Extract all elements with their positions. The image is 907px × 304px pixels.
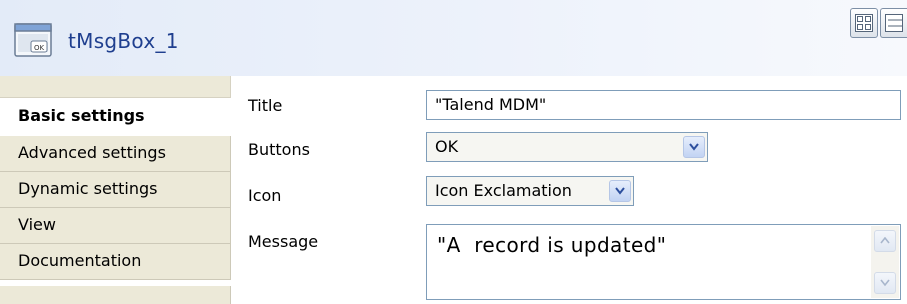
icon-select-value: Icon Exclamation	[435, 181, 572, 200]
message-text: "A record is updated"	[437, 233, 667, 257]
settings-sidebar: Basic settings Advanced settings Dynamic…	[0, 76, 231, 304]
sidebar-item-documentation[interactable]: Documentation	[0, 244, 231, 280]
svg-text:OK: OK	[34, 44, 45, 52]
icon-dropdown-button[interactable]	[609, 180, 631, 202]
grid-layout-icon	[855, 14, 873, 32]
chevron-down-icon	[689, 143, 699, 151]
component-header: OK tMsgBox_1	[0, 0, 907, 76]
chevron-down-icon	[615, 187, 625, 195]
buttons-select[interactable]: OK	[426, 132, 708, 162]
message-scrollbar[interactable]	[871, 226, 899, 298]
msgbox-component-icon: OK	[14, 22, 54, 58]
scroll-down-button[interactable]	[874, 272, 896, 294]
icon-select[interactable]: Icon Exclamation	[426, 176, 634, 206]
list-layout-button[interactable]	[880, 8, 907, 38]
sidebar-item-basic-settings[interactable]: Basic settings	[0, 98, 231, 134]
scroll-up-button[interactable]	[874, 230, 896, 252]
message-textarea[interactable]: "A record is updated"	[426, 224, 901, 300]
sidebar-bottom-spacer	[0, 286, 231, 304]
sidebar-item-view[interactable]: View	[0, 208, 231, 244]
buttons-label: Buttons	[248, 140, 310, 159]
sidebar-item-dynamic-settings[interactable]: Dynamic settings	[0, 172, 231, 208]
scroll-down-icon	[880, 279, 890, 287]
list-layout-icon	[885, 14, 903, 32]
buttons-dropdown-button[interactable]	[683, 136, 705, 158]
icon-label: Icon	[248, 186, 282, 205]
title-input[interactable]: "Talend MDM"	[426, 90, 901, 120]
buttons-select-value: OK	[435, 137, 459, 156]
sidebar-item-advanced-settings[interactable]: Advanced settings	[0, 136, 231, 172]
scroll-up-icon	[880, 237, 890, 244]
component-title: tMsgBox_1	[68, 29, 179, 53]
grid-layout-button[interactable]	[850, 8, 878, 38]
message-label: Message	[248, 232, 319, 251]
title-label: Title	[248, 96, 283, 115]
sidebar-top-spacer	[0, 76, 231, 98]
